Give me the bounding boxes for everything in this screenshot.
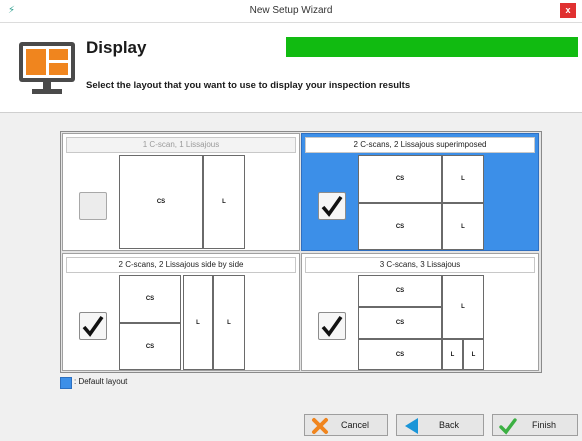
lissajous-pane: L <box>203 155 245 249</box>
lissajous-pane: L <box>463 339 484 370</box>
checkmark-icon <box>82 315 104 337</box>
cscan-pane: CS <box>358 203 442 250</box>
lissajous-pane: L <box>183 275 213 370</box>
page-subtitle: Select the layout that you want to use t… <box>86 80 411 91</box>
cscan-pane: CS <box>358 307 442 339</box>
layout-checkbox[interactable] <box>318 192 346 220</box>
layout-option-1cs-1l[interactable]: 1 C-scan, 1 Lissajous CS L <box>62 133 300 251</box>
back-button[interactable]: Back <box>396 414 484 436</box>
layout-checkbox[interactable] <box>318 312 346 340</box>
progress-bar <box>286 37 578 57</box>
lissajous-pane: L <box>442 275 484 339</box>
cscan-pane: CS <box>119 275 181 323</box>
cscan-pane: CS <box>119 155 203 249</box>
monitor-layout-icon <box>18 41 76 102</box>
cscan-pane: CS <box>119 323 181 370</box>
layout-option-2cs-2l-side-by-side[interactable]: 2 C-scans, 2 Lissajous side by side CS C… <box>62 253 300 371</box>
layout-checkbox[interactable] <box>79 312 107 340</box>
layout-checkbox[interactable] <box>79 192 107 220</box>
lissajous-pane: L <box>442 155 484 203</box>
cscan-pane: CS <box>358 339 442 370</box>
lissajous-pane: L <box>442 339 463 370</box>
layout-option-label: 3 C-scans, 3 Lissajous <box>305 257 535 273</box>
cancel-button-label: Cancel <box>340 420 369 430</box>
page-title: Display <box>86 38 147 57</box>
back-button-label: Back <box>438 420 459 430</box>
layout-option-label: 2 C-scans, 2 Lissajous superimposed <box>305 137 535 153</box>
cancel-button[interactable]: Cancel <box>304 414 388 436</box>
finish-button-label: Finish <box>531 420 556 430</box>
lissajous-pane: L <box>213 275 245 370</box>
checkmark-icon <box>321 315 343 337</box>
cscan-pane: CS <box>358 155 442 203</box>
layout-option-label: 1 C-scan, 1 Lissajous <box>66 137 296 153</box>
lissajous-pane: L <box>442 203 484 250</box>
default-layout-swatch <box>60 377 72 389</box>
cscan-pane: CS <box>358 275 442 307</box>
checkmark-icon <box>321 195 343 217</box>
layout-option-label: 2 C-scans, 2 Lissajous side by side <box>66 257 296 273</box>
wizard-footer: Cancel Back Finish <box>0 405 582 441</box>
layout-option-2cs-2l-superimposed[interactable]: 2 C-scans, 2 Lissajous superimposed CS L… <box>301 133 539 251</box>
layout-grid: 1 C-scan, 1 Lissajous CS L 2 C-scans, 2 … <box>60 131 542 373</box>
close-button[interactable]: x <box>560 3 576 18</box>
wizard-header: Display Select the layout that you want … <box>0 23 582 111</box>
legend-label: : Default layout <box>74 377 128 386</box>
layout-option-3cs-3l[interactable]: 3 C-scans, 3 Lissajous CS CS CS L L L <box>301 253 539 371</box>
layout-selection-area: 1 C-scan, 1 Lissajous CS L 2 C-scans, 2 … <box>0 112 582 406</box>
title-bar: ⚡ New Setup Wizard x <box>0 0 582 23</box>
window-title: New Setup Wizard <box>249 5 333 16</box>
finish-button[interactable]: Finish <box>492 414 578 436</box>
